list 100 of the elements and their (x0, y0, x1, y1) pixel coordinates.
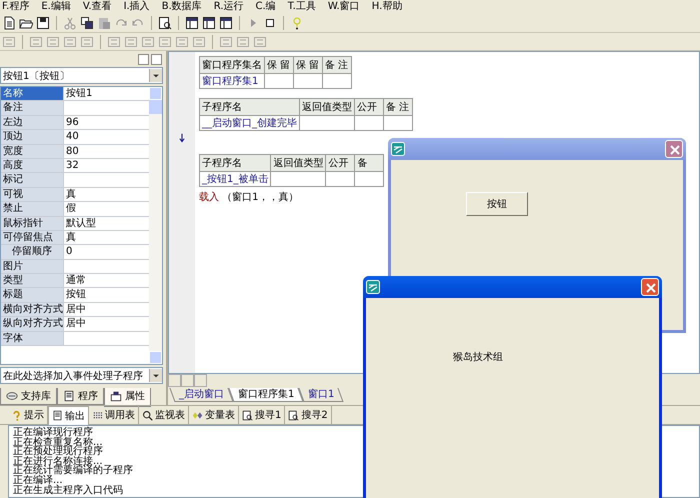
align-icon[interactable] (46, 34, 60, 48)
panel-tab[interactable]: 属性 (104, 388, 151, 407)
object-selector[interactable]: 按钮1〔按钮〕 (0, 67, 163, 84)
property-value[interactable]: 真 (64, 188, 149, 202)
output-tab[interactable]: 输出 (48, 406, 89, 424)
close-button[interactable] (151, 54, 162, 64)
property-name[interactable]: 停留顺序 (1, 245, 64, 259)
property-value[interactable]: 80 (64, 144, 149, 158)
property-name[interactable]: 纵向对齐方式 (1, 317, 64, 331)
property-name[interactable]: 鼠标指针 (1, 216, 64, 230)
menu-item[interactable]: V.查看 (82, 0, 112, 12)
property-value[interactable]: 通常 (64, 274, 149, 288)
output-tab[interactable]: 变量表 (189, 406, 239, 424)
align-icon[interactable] (175, 34, 189, 48)
copy-icon[interactable] (80, 16, 94, 30)
panel-tab[interactable]: 支持库 (0, 388, 57, 405)
new-file-icon[interactable] (2, 16, 16, 30)
property-value[interactable]: 默认型 (64, 216, 149, 230)
property-value[interactable]: 真 (64, 230, 149, 244)
output-tab[interactable]: 调用表 (89, 406, 139, 424)
property-name[interactable]: 图片 (1, 260, 64, 274)
align-icon[interactable] (219, 34, 233, 48)
output-tab[interactable]: 监视表 (139, 406, 189, 424)
menu-item[interactable]: T.工具 (288, 0, 316, 12)
layout-icon[interactable] (219, 16, 233, 30)
save-icon[interactable] (36, 16, 50, 30)
code-keyword: 载入 (199, 192, 219, 203)
align-icon[interactable] (141, 34, 155, 48)
property-value[interactable]: 40 (64, 130, 149, 144)
property-name[interactable]: 横向对齐方式 (1, 302, 64, 316)
name-cell[interactable]: __启动窗口_创建完毕 (200, 116, 300, 130)
property-name[interactable]: 名称 (1, 87, 64, 100)
property-name[interactable]: 顶边 (1, 130, 64, 144)
align-icon[interactable] (192, 34, 206, 48)
property-name[interactable]: 备注 (1, 101, 64, 115)
align-icon[interactable] (80, 34, 94, 48)
property-value[interactable]: 假 (64, 202, 149, 216)
toolbox-icon (110, 390, 122, 402)
selector-text: 按钮1〔按钮〕 (3, 70, 70, 82)
document-tab[interactable]: _启动窗口 (169, 388, 234, 402)
panel-tab[interactable]: 程序 (57, 388, 104, 405)
property-name[interactable]: 高度 (1, 158, 64, 172)
property-value[interactable]: 居中 (64, 302, 149, 316)
property-value[interactable]: 按钮1 (64, 87, 149, 100)
column-header: 公开 (354, 98, 384, 116)
align-icon[interactable] (2, 34, 16, 48)
property-name[interactable]: 类型 (1, 274, 64, 288)
property-name[interactable]: 禁止 (1, 202, 64, 216)
menu-item[interactable]: C.编 (256, 0, 276, 12)
log-line: 正在编译... (13, 476, 63, 486)
property-name[interactable]: 宽度 (1, 144, 64, 158)
layout-icon[interactable] (185, 16, 199, 30)
property-value[interactable]: 居中 (64, 317, 149, 331)
find-icon[interactable] (158, 16, 172, 30)
align-icon[interactable] (124, 34, 138, 48)
name-cell[interactable]: 窗口程序集1 (200, 74, 264, 88)
align-icon[interactable] (29, 34, 43, 48)
menu-item[interactable]: I.插入 (124, 0, 150, 12)
document-icon (52, 410, 63, 421)
log-line: 正在生成主程序入口代码 (13, 486, 124, 496)
menu-item[interactable]: E.编辑 (41, 0, 71, 12)
align-icon[interactable] (63, 34, 77, 48)
align-icon[interactable] (158, 34, 172, 48)
menu-item[interactable]: R.运行 (214, 0, 244, 12)
column-header: 返回值类型 (270, 154, 326, 172)
find-icon (288, 410, 300, 420)
horizontal-scrollbar[interactable] (168, 374, 207, 388)
document-tab[interactable]: 窗口程序集1 (228, 388, 304, 402)
property-value[interactable]: 32 (64, 158, 149, 172)
layout-icon[interactable] (202, 16, 216, 30)
property-name[interactable]: 左边 (1, 116, 64, 130)
align-icon[interactable] (236, 34, 250, 48)
output-tab[interactable]: 搜寻2 (285, 406, 332, 424)
app-logo-icon (391, 142, 405, 156)
form-label: 猴岛技术组 (453, 350, 503, 364)
property-name[interactable]: 标题 (1, 288, 64, 302)
column-header: 返回值类型 (300, 98, 354, 116)
property-value[interactable]: 96 (64, 116, 149, 130)
menu-item[interactable]: F.程序 (2, 0, 30, 12)
align-icon[interactable] (107, 34, 121, 48)
output-tab[interactable]: 搜寻1 (239, 406, 286, 424)
event-selector[interactable]: 在此处选择加入事件处理子程序 (0, 367, 163, 384)
document-tab[interactable]: 窗口1 (298, 388, 344, 402)
menu-item[interactable]: W.窗口 (328, 0, 360, 12)
menu-item[interactable]: H.帮助 (372, 0, 402, 12)
property-name[interactable]: 字体 (1, 332, 64, 346)
log-line: 正在预处理现行程序 (13, 447, 104, 457)
pin-button[interactable] (138, 54, 149, 64)
property-value[interactable]: 按钮 (64, 288, 149, 302)
name-cell[interactable]: _按钮1_被单击 (200, 172, 271, 186)
menu-item[interactable]: B.数据库 (162, 0, 202, 12)
align-icon[interactable] (253, 34, 267, 48)
scrollbar[interactable] (149, 87, 162, 364)
property-name[interactable]: 可视 (1, 188, 64, 202)
property-name[interactable]: 标记 (1, 173, 64, 187)
column-header: 保 留 (264, 56, 294, 74)
form-button[interactable]: 按钮 (466, 192, 528, 216)
column-header: 子程序名 (200, 154, 271, 172)
property-name[interactable]: 可停留焦点 (1, 230, 64, 244)
property-value[interactable]: 0 (64, 245, 149, 259)
